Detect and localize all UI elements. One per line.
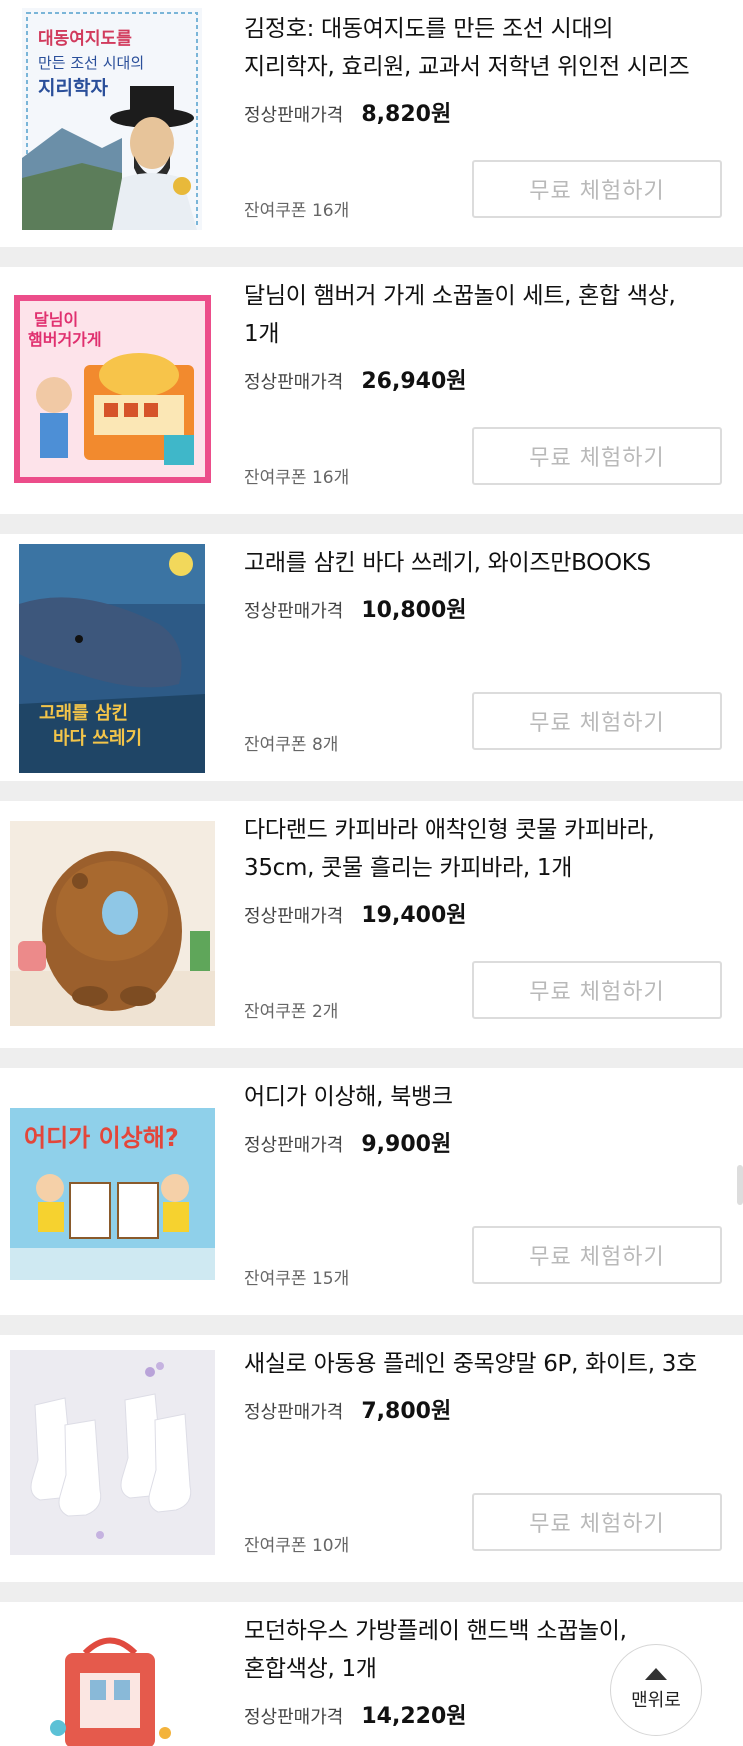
product-item[interactable]: 고래를 삼킨 바다 쓰레기 고래를 삼킨 바다 쓰레기, 와이즈만BOOKS 정…	[0, 534, 743, 781]
product-item[interactable]: 달님이 햄버거가게 달님이 햄버거 가게 소꿉놀이 세트, 혼합 색상, 1개 …	[0, 267, 743, 514]
book-cover-image: 대동여지도를 만든 조선 시대의 지리학자	[22, 8, 202, 230]
price-value: 8,820원	[361, 102, 452, 127]
product-title-line: 지리학자, 효리원, 교과서 저학년 위인전 시리즈	[244, 54, 690, 80]
socks-image	[10, 1350, 215, 1555]
price-row: 정상판매가격 9,900원	[244, 1126, 451, 1158]
box-text: 달님이	[34, 310, 78, 329]
price-label: 정상판매가격	[244, 601, 344, 622]
product-title-line: 어디가 이상해, 북뱅크	[244, 1084, 453, 1110]
price-label: 정상판매가격	[244, 372, 344, 393]
remaining-coupon-count: 잔여쿠폰 16개	[244, 201, 350, 221]
box-text: 햄버거가게	[28, 330, 102, 349]
product-title[interactable]: 어디가 이상해, 북뱅크	[244, 1078, 724, 1116]
item-separator	[0, 1048, 743, 1068]
item-separator	[0, 514, 743, 534]
back-to-top-label: 맨위로	[631, 1690, 681, 1711]
price-label: 정상판매가격	[244, 1402, 344, 1423]
product-title[interactable]: 고래를 삼킨 바다 쓰레기, 와이즈만BOOKS	[244, 544, 724, 582]
price-value: 26,940원	[361, 369, 467, 394]
product-item[interactable]: 어디가 이상해? 어디가 이상해, 북뱅크 정상판매가격 9,900원 무료 체…	[0, 1068, 743, 1315]
product-title[interactable]: 김정호: 대동여지도를 만든 조선 시대의 지리학자, 효리원, 교과서 저학년…	[244, 10, 724, 86]
product-thumbnail[interactable]: 어디가 이상해?	[10, 1108, 215, 1280]
product-title[interactable]: 달님이 햄버거 가게 소꿉놀이 세트, 혼합 색상, 1개	[244, 277, 724, 353]
cover-text: 어디가 이상해?	[24, 1124, 179, 1152]
toy-box-image: 달님이 햄버거가게	[14, 295, 211, 483]
cover-text: 고래를 삼킨	[39, 703, 128, 724]
product-title[interactable]: 다다랜드 카피바라 애착인형 콧물 카피바라, 35cm, 콧물 흘리는 카피바…	[244, 811, 724, 887]
product-thumbnail[interactable]	[10, 1350, 215, 1555]
plush-toy-image	[10, 821, 215, 1026]
product-item[interactable]: 대동여지도를 만든 조선 시대의 지리학자 김정호: 대동여지도를 만든 조선 …	[0, 0, 743, 247]
item-separator	[0, 247, 743, 267]
item-separator	[0, 1582, 743, 1602]
product-title-line: 김정호: 대동여지도를 만든 조선 시대의	[244, 16, 614, 42]
cover-text: 바다 쓰레기	[53, 728, 142, 749]
item-separator	[0, 781, 743, 801]
product-item[interactable]: 새실로 아동용 플레인 중목양말 6P, 화이트, 3호 정상판매가격 7,80…	[0, 1335, 743, 1582]
product-title-line: 1개	[244, 321, 280, 347]
free-trial-button[interactable]: 무료 체험하기	[472, 1493, 722, 1551]
price-row: 정상판매가격 10,800원	[244, 592, 467, 624]
free-trial-button[interactable]: 무료 체험하기	[472, 427, 722, 485]
book-cover-image: 고래를 삼킨 바다 쓰레기	[19, 544, 205, 773]
up-arrow-icon	[645, 1668, 667, 1680]
price-label: 정상판매가격	[244, 1135, 344, 1156]
item-separator	[0, 1315, 743, 1335]
remaining-coupon-count: 잔여쿠폰 15개	[244, 1269, 350, 1289]
product-title[interactable]: 새실로 아동용 플레인 중목양말 6P, 화이트, 3호	[244, 1345, 724, 1383]
price-row: 정상판매가격 8,820원	[244, 96, 451, 128]
product-title-line: 고래를 삼킨 바다 쓰레기, 와이즈만BOOKS	[244, 550, 651, 576]
price-row: 정상판매가격 7,800원	[244, 1393, 451, 1425]
product-thumbnail[interactable]: 고래를 삼킨 바다 쓰레기	[19, 544, 205, 773]
cover-text: 지리학자	[38, 77, 108, 99]
product-thumbnail[interactable]	[30, 1628, 190, 1746]
price-label: 정상판매가격	[244, 105, 344, 126]
price-label: 정상판매가격	[244, 1707, 344, 1728]
product-item[interactable]: 다다랜드 카피바라 애착인형 콧물 카피바라, 35cm, 콧물 흘리는 카피바…	[0, 801, 743, 1048]
product-list: 대동여지도를 만든 조선 시대의 지리학자 김정호: 대동여지도를 만든 조선 …	[0, 0, 743, 1746]
scrollbar-thumb[interactable]	[737, 1165, 743, 1205]
cover-text: 만든 조선 시대의	[38, 54, 144, 72]
product-title-line: 35cm, 콧물 흘리는 카피바라, 1개	[244, 855, 573, 881]
product-thumbnail[interactable]	[10, 821, 215, 1026]
product-title-line: 새실로 아동용 플레인 중목양말 6P, 화이트, 3호	[244, 1351, 697, 1377]
price-label: 정상판매가격	[244, 906, 344, 927]
remaining-coupon-count: 잔여쿠폰 2개	[244, 1002, 339, 1022]
toy-bag-image	[30, 1628, 190, 1746]
book-cover-image: 어디가 이상해?	[10, 1108, 215, 1280]
remaining-coupon-count: 잔여쿠폰 16개	[244, 468, 350, 488]
product-title-line: 다다랜드 카피바라 애착인형 콧물 카피바라,	[244, 817, 655, 843]
free-trial-button[interactable]: 무료 체험하기	[472, 1226, 722, 1284]
price-value: 19,400원	[361, 903, 467, 928]
product-thumbnail[interactable]: 대동여지도를 만든 조선 시대의 지리학자	[22, 8, 202, 230]
price-value: 9,900원	[361, 1132, 452, 1157]
price-value: 7,800원	[361, 1399, 452, 1424]
price-row: 정상판매가격 19,400원	[244, 897, 467, 929]
remaining-coupon-count: 잔여쿠폰 10개	[244, 1536, 350, 1556]
price-row: 정상판매가격 14,220원	[244, 1698, 467, 1730]
back-to-top-button[interactable]: 맨위로	[610, 1644, 702, 1736]
free-trial-button[interactable]: 무료 체험하기	[472, 692, 722, 750]
cover-text: 대동여지도를	[38, 29, 132, 49]
product-title-line: 달님이 햄버거 가게 소꿉놀이 세트, 혼합 색상,	[244, 283, 676, 309]
price-value: 10,800원	[361, 598, 467, 623]
free-trial-button[interactable]: 무료 체험하기	[472, 961, 722, 1019]
price-value: 14,220원	[361, 1704, 467, 1729]
price-row: 정상판매가격 26,940원	[244, 363, 467, 395]
remaining-coupon-count: 잔여쿠폰 8개	[244, 735, 339, 755]
product-thumbnail[interactable]: 달님이 햄버거가게	[14, 295, 211, 483]
free-trial-button[interactable]: 무료 체험하기	[472, 160, 722, 218]
